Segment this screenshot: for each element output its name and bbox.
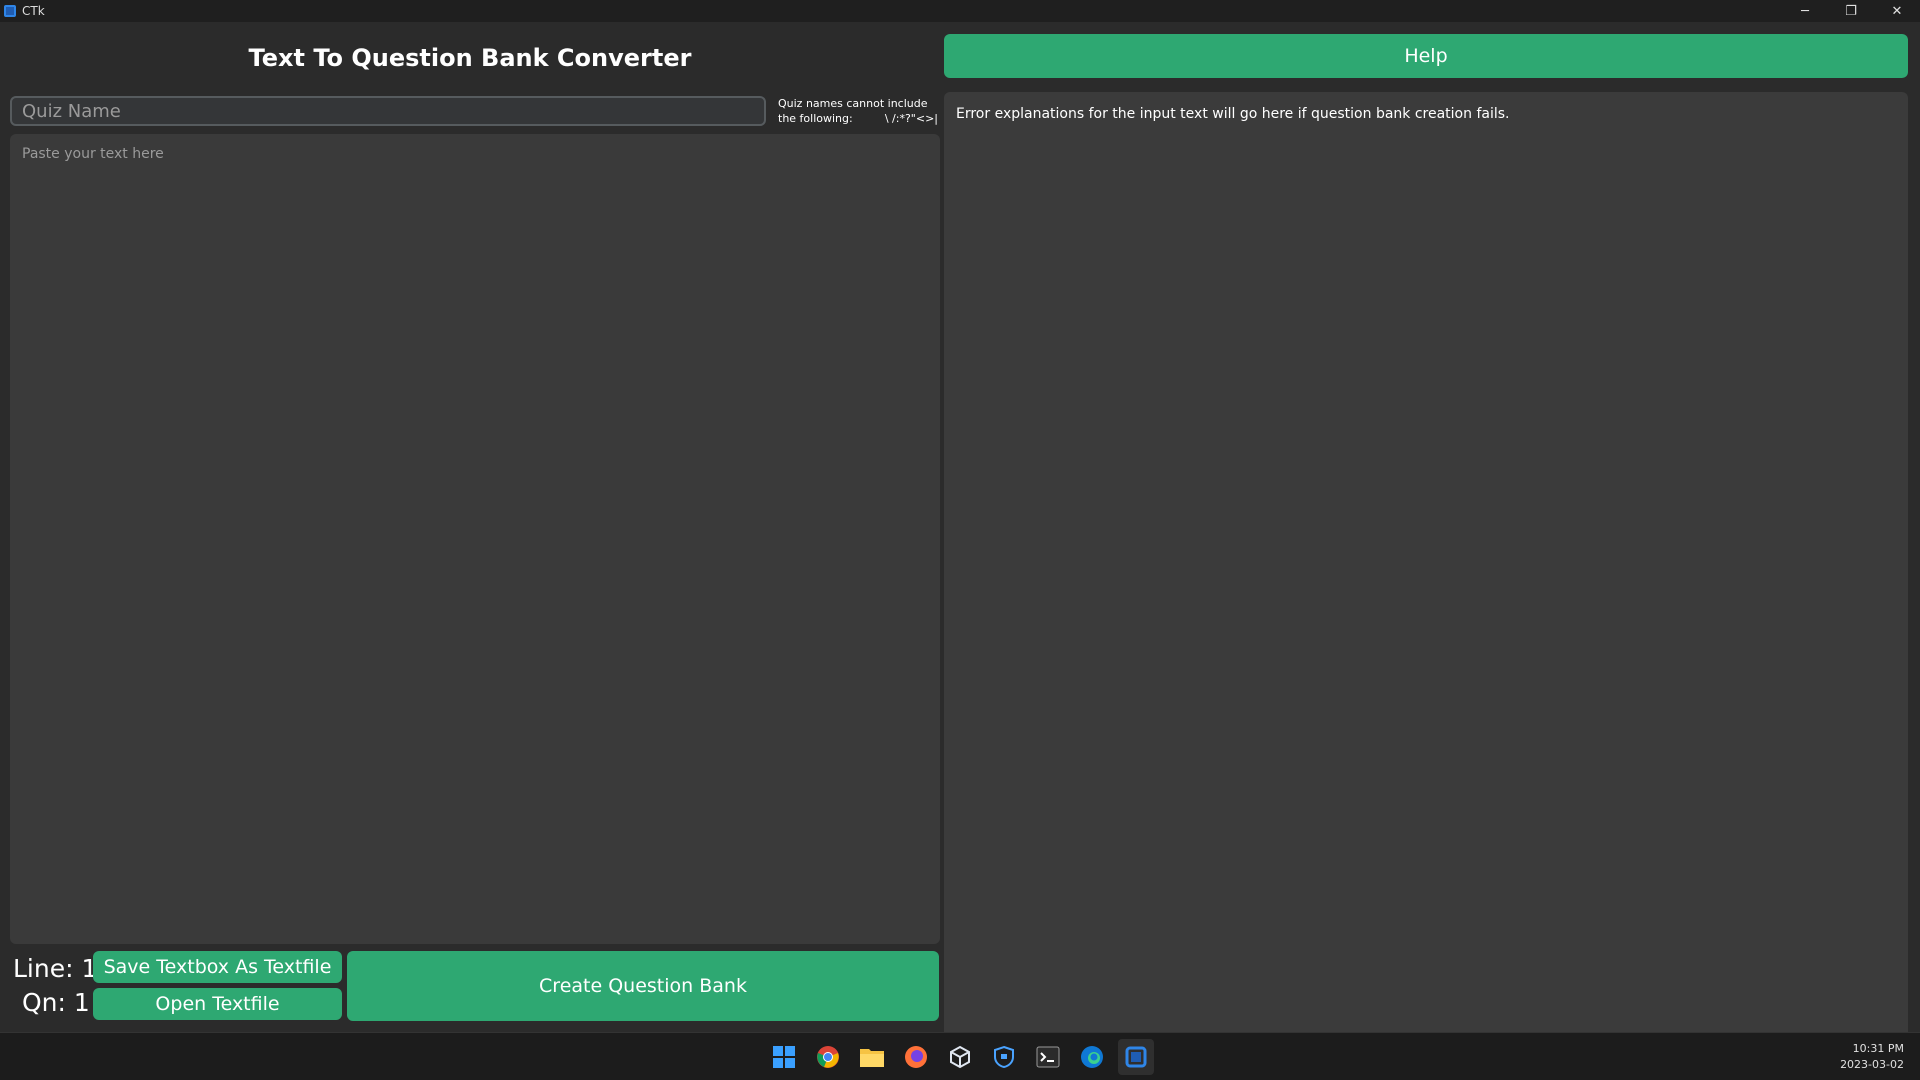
error-explanation-text: Error explanations for the input text wi… bbox=[956, 106, 1510, 122]
quiz-note-line2: the following: \ /:*?"<>| bbox=[778, 111, 938, 126]
create-question-bank-button[interactable]: Create Question Bank bbox=[347, 951, 939, 1021]
close-button[interactable]: ✕ bbox=[1874, 0, 1920, 22]
virtualbox-icon[interactable] bbox=[942, 1039, 978, 1075]
save-textbox-button[interactable]: Save Textbox As Textfile bbox=[93, 951, 342, 983]
terminal-icon[interactable] bbox=[1030, 1039, 1066, 1075]
window-title: CTk bbox=[22, 4, 45, 18]
clock-time: 10:31 PM bbox=[1852, 1042, 1904, 1055]
help-button[interactable]: Help bbox=[944, 34, 1908, 78]
ctk-app-icon[interactable] bbox=[1118, 1039, 1154, 1075]
windows-taskbar: 10:31 PM 2023-03-02 bbox=[0, 1032, 1920, 1080]
app-icon bbox=[4, 5, 16, 17]
restore-button[interactable]: ❐ bbox=[1828, 0, 1874, 22]
error-explanation-panel: Error explanations for the input text wi… bbox=[944, 92, 1908, 1042]
question-text-input[interactable] bbox=[10, 134, 940, 944]
question-counter: Qn: 1 bbox=[22, 988, 90, 1017]
quiz-name-input[interactable] bbox=[10, 96, 766, 126]
window-controls: ─ ❐ ✕ bbox=[1782, 0, 1920, 22]
quiz-note-line1: Quiz names cannot include bbox=[778, 97, 928, 110]
forbidden-characters: \ /:*?"<>| bbox=[884, 112, 938, 125]
quiz-note-line2-text: the following: bbox=[778, 112, 853, 125]
open-textfile-button[interactable]: Open Textfile bbox=[93, 988, 342, 1020]
taskbar-icons bbox=[766, 1039, 1154, 1075]
window-titlebar: CTk ─ ❐ ✕ bbox=[0, 0, 1920, 22]
system-clock[interactable]: 10:31 PM 2023-03-02 bbox=[1840, 1041, 1904, 1073]
windows-start-icon[interactable] bbox=[766, 1039, 802, 1075]
security-shield-icon[interactable] bbox=[986, 1039, 1022, 1075]
titlebar-left: CTk bbox=[0, 4, 45, 18]
chrome-icon[interactable] bbox=[810, 1039, 846, 1075]
file-explorer-icon[interactable] bbox=[854, 1039, 890, 1075]
edge-icon[interactable] bbox=[1074, 1039, 1110, 1075]
quiz-name-rules-note: Quiz names cannot include the following:… bbox=[778, 96, 938, 130]
line-counter: Line: 1 bbox=[13, 954, 98, 983]
firefox-icon[interactable] bbox=[898, 1039, 934, 1075]
app-window: Text To Question Bank Converter Help Qui… bbox=[0, 22, 1920, 1042]
clock-date: 2023-03-02 bbox=[1840, 1058, 1904, 1071]
minimize-button[interactable]: ─ bbox=[1782, 0, 1828, 22]
page-title: Text To Question Bank Converter bbox=[248, 44, 692, 72]
